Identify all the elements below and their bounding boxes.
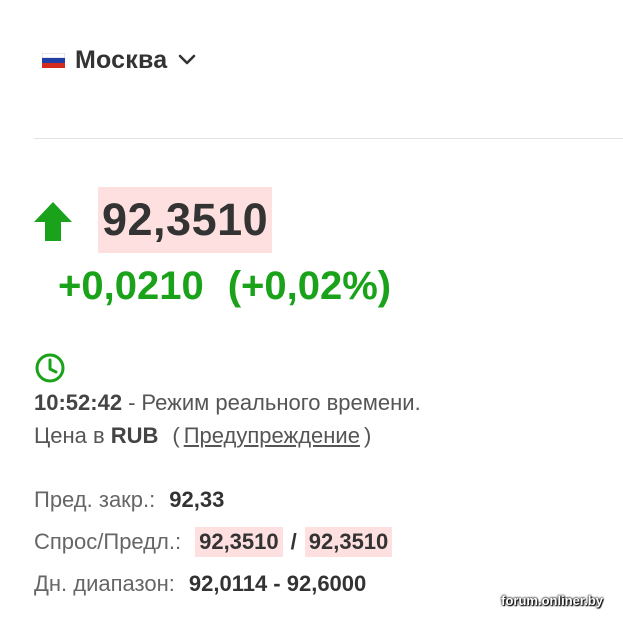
realtime-mode: Режим реального времени. xyxy=(141,390,421,415)
stat-prev-close: Пред. закр.: 92,33 xyxy=(34,479,392,521)
last-price: 92,3510 xyxy=(98,187,273,253)
time-separator: - xyxy=(128,390,136,415)
arrow-up-icon xyxy=(34,202,72,241)
currency-info: Цена в RUB (Предупреждение) xyxy=(34,422,371,450)
day-range-value: 92,0114 - 92,6000 xyxy=(188,571,367,596)
stat-bid-ask: Спрос/Предл.: 92,3510 / 92,3510 xyxy=(34,521,393,563)
bid-ask-separator: / xyxy=(290,529,297,554)
prev-close-label: Пред. закр.: xyxy=(34,487,156,512)
exchange-name: Москва xyxy=(75,45,168,74)
quote-time: 10:52:42 xyxy=(34,390,123,415)
prev-close-value: 92,33 xyxy=(169,487,225,512)
change-value: +0,0210 xyxy=(58,264,204,308)
russia-flag-icon xyxy=(42,52,65,68)
clock-icon xyxy=(35,353,65,383)
warning-link[interactable]: Предупреждение xyxy=(184,423,360,448)
close-paren: ) xyxy=(363,423,372,448)
day-range-label: Дн. диапазон: xyxy=(34,571,175,596)
currency-code: RUB xyxy=(110,423,159,448)
watermark: forum.onliner.by xyxy=(501,593,603,608)
exchange-selector[interactable]: Москва xyxy=(42,42,197,78)
ask-value: 92,3510 xyxy=(304,527,393,557)
stat-day-range: Дн. диапазон: 92,0114 - 92,6000 xyxy=(34,563,392,605)
chevron-down-icon xyxy=(179,54,196,65)
divider xyxy=(34,138,623,139)
bid-value: 92,3510 xyxy=(195,527,283,557)
quote-stats: Пред. закр.: 92,33 Спрос/Предл.: 92,3510… xyxy=(34,479,393,605)
open-paren: ( xyxy=(172,423,180,448)
realtime-status: 10:52:42- Режим реального времени. xyxy=(34,389,421,417)
currency-label: Цена в xyxy=(34,423,105,448)
change-percent: (+0,02%) xyxy=(227,264,392,308)
bid-ask-label: Спрос/Предл.: xyxy=(34,529,182,554)
price-change: +0,0210 (+0,02%) xyxy=(58,260,391,312)
